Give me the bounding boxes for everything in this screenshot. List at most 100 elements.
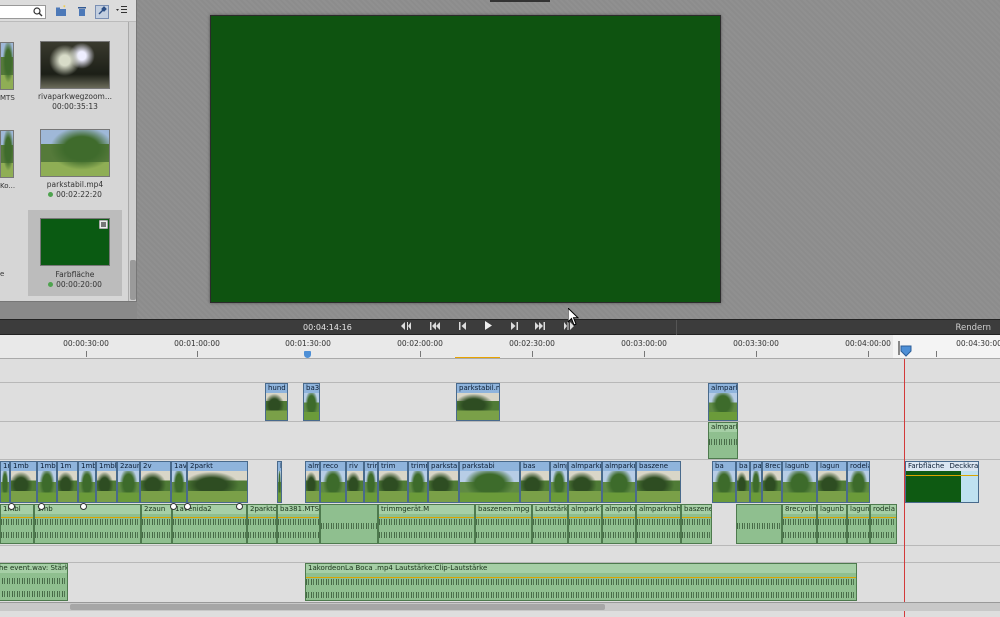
search-input[interactable]: [0, 5, 46, 19]
timeline-clip[interactable]: ba3: [303, 383, 320, 421]
timeline-clip[interactable]: 8recycling: [762, 461, 782, 503]
volume-line[interactable]: [848, 517, 869, 518]
volume-line[interactable]: [173, 517, 246, 518]
timeline-clip[interactable]: almparkn: [568, 461, 602, 503]
volume-line[interactable]: [569, 517, 601, 518]
volume-line[interactable]: [35, 517, 140, 518]
clip-effect-label[interactable]: Deckkraft: [950, 462, 978, 470]
timeline-clip[interactable]: lagun: [817, 461, 847, 503]
timeline-audio-clip[interactable]: rodela: [870, 504, 897, 544]
current-timecode[interactable]: 00:04:14:16: [303, 323, 352, 332]
timeline-clip[interactable]: riv: [346, 461, 364, 503]
transition-marker[interactable]: [38, 503, 45, 510]
timeline-clip[interactable]: hund: [265, 383, 288, 421]
volume-line[interactable]: [248, 517, 276, 518]
volume-line[interactable]: [818, 517, 846, 518]
timeline-clip[interactable]: parkstabi: [459, 461, 520, 503]
timeline-audio-clip[interactable]: 2parkto: [247, 504, 277, 544]
media-thumb-partial[interactable]: [0, 130, 14, 178]
timeline-audio-clip[interactable]: trimmgerät.M: [378, 504, 475, 544]
volume-line[interactable]: [379, 517, 474, 518]
timeline-clip[interactable]: 1mb: [37, 461, 57, 503]
goto-start-button[interactable]: [398, 321, 414, 334]
step-back-button[interactable]: [455, 321, 471, 334]
timeline-tracks[interactable]: hund ba3 parkstabil.m almpark almpark Fa…: [0, 359, 1000, 617]
transition-marker[interactable]: [8, 503, 15, 510]
play-button[interactable]: [480, 321, 496, 334]
timeline-audio-clip[interactable]: baszenen.mpg [A]: [475, 504, 532, 544]
next-edit-button[interactable]: [532, 321, 548, 334]
timeline-clip[interactable]: 1avenida2.MTS [V]: [171, 461, 187, 503]
volume-line[interactable]: [783, 517, 816, 518]
timeline-audio-clip[interactable]: baszene: [681, 504, 712, 544]
volume-line[interactable]: [682, 517, 711, 518]
media-scroll-thumb[interactable]: [130, 260, 136, 300]
timeline-clip[interactable]: 2v: [140, 461, 171, 503]
step-forward-button[interactable]: [506, 321, 522, 334]
media-scrollbar[interactable]: [128, 22, 136, 301]
volume-line[interactable]: [603, 517, 635, 518]
timeline-audio-clip[interactable]: almparknah: [636, 504, 681, 544]
timeline-clip[interactable]: 1m: [57, 461, 78, 503]
playhead-handle-icon[interactable]: [898, 341, 912, 357]
timeline-audio-clip[interactable]: [736, 504, 782, 544]
timeline-clip[interactable]: parkstabil.mp4: [428, 461, 459, 503]
timeline-audio-clip[interactable]: almpark7: [568, 504, 602, 544]
trash-icon[interactable]: [75, 5, 89, 19]
media-thumb-partial[interactable]: [0, 42, 14, 90]
timeline-audio-clip[interactable]: almpark: [708, 422, 738, 459]
new-folder-icon[interactable]: *: [54, 5, 68, 19]
timeline-clip[interactable]: rodela: [847, 461, 870, 503]
timeline-music-clip[interactable]: he event.wav: Stärke: [0, 563, 68, 601]
timeline-clip[interactable]: 1mb: [10, 461, 37, 503]
timeline-clip[interactable]: 1mb: [78, 461, 96, 503]
timeline-audio-clip[interactable]: 1mbl: [0, 504, 34, 544]
opacity-line[interactable]: [906, 475, 978, 476]
timeline-clip[interactable]: ba: [712, 461, 736, 503]
volume-line[interactable]: [533, 517, 567, 518]
preview-monitor[interactable]: [210, 15, 721, 303]
timeline-clip[interactable]: 1mblu: [96, 461, 117, 503]
timeline-clip[interactable]: bas: [520, 461, 550, 503]
timeline-clip[interactable]: lagunb: [782, 461, 817, 503]
transition-marker[interactable]: [80, 503, 87, 510]
timeline-clip[interactable]: almpark7: [550, 461, 568, 503]
timeline-clip[interactable]: almparknah: [602, 461, 636, 503]
timeline-audio-clip[interactable]: 2zaun: [141, 504, 172, 544]
transition-marker[interactable]: [236, 503, 243, 510]
timeline-music-clip[interactable]: 1akordeonLa Boca .mp4 Lautstärke:Clip-La…: [305, 563, 857, 601]
timeline-clip[interactable]: 1mblu: [0, 461, 10, 503]
timeline-scrollbar[interactable]: [0, 602, 1000, 611]
timeline-ruler[interactable]: 00:00:30:00 00:01:00:00 00:01:30:00 00:0…: [0, 335, 1000, 359]
timeline-audio-clip[interactable]: 1avenida2: [172, 504, 247, 544]
timeline-clip-colormatte[interactable]: Farbfläche Deckkraft: [905, 461, 979, 503]
volume-line[interactable]: [476, 517, 531, 518]
timeline-clip[interactable]: 2zaunba: [117, 461, 140, 503]
timeline-scroll-thumb[interactable]: [70, 604, 605, 610]
timeline-audio-clip[interactable]: lagun: [847, 504, 870, 544]
transition-marker[interactable]: [170, 503, 177, 510]
volume-line[interactable]: [142, 517, 171, 518]
volume-line[interactable]: [1, 517, 33, 518]
menu-icon[interactable]: [115, 5, 129, 19]
timeline-clip[interactable]: baszene: [636, 461, 681, 503]
volume-line[interactable]: [871, 517, 896, 518]
timeline-clip[interactable]: 2parkt: [187, 461, 248, 503]
media-item[interactable]: parkstabil.mp4 00:02:22:20: [36, 125, 122, 207]
playhead-line[interactable]: [904, 359, 905, 617]
timeline-audio-clip[interactable]: lagunb: [817, 504, 847, 544]
timeline-clip[interactable]: almagr: [305, 461, 320, 503]
timeline-audio-clip[interactable]: Lautstärke: [532, 504, 568, 544]
timeline-clip[interactable]: trim: [378, 461, 408, 503]
timeline-clip[interactable]: ba: [736, 461, 750, 503]
volume-line[interactable]: [306, 577, 856, 578]
timeline-audio-clip[interactable]: [320, 504, 378, 544]
timeline-audio-clip[interactable]: ba381.MTS [A: [277, 504, 320, 544]
transition-marker[interactable]: [184, 503, 191, 510]
timeline-clip[interactable]: park: [750, 461, 762, 503]
render-button[interactable]: Rendern: [956, 323, 992, 333]
prev-edit-button[interactable]: [427, 321, 443, 334]
pin-icon[interactable]: [95, 5, 109, 19]
volume-line[interactable]: [278, 517, 319, 518]
media-item[interactable]: rivaparkwegzoom... 00:00:35:13: [36, 37, 122, 119]
